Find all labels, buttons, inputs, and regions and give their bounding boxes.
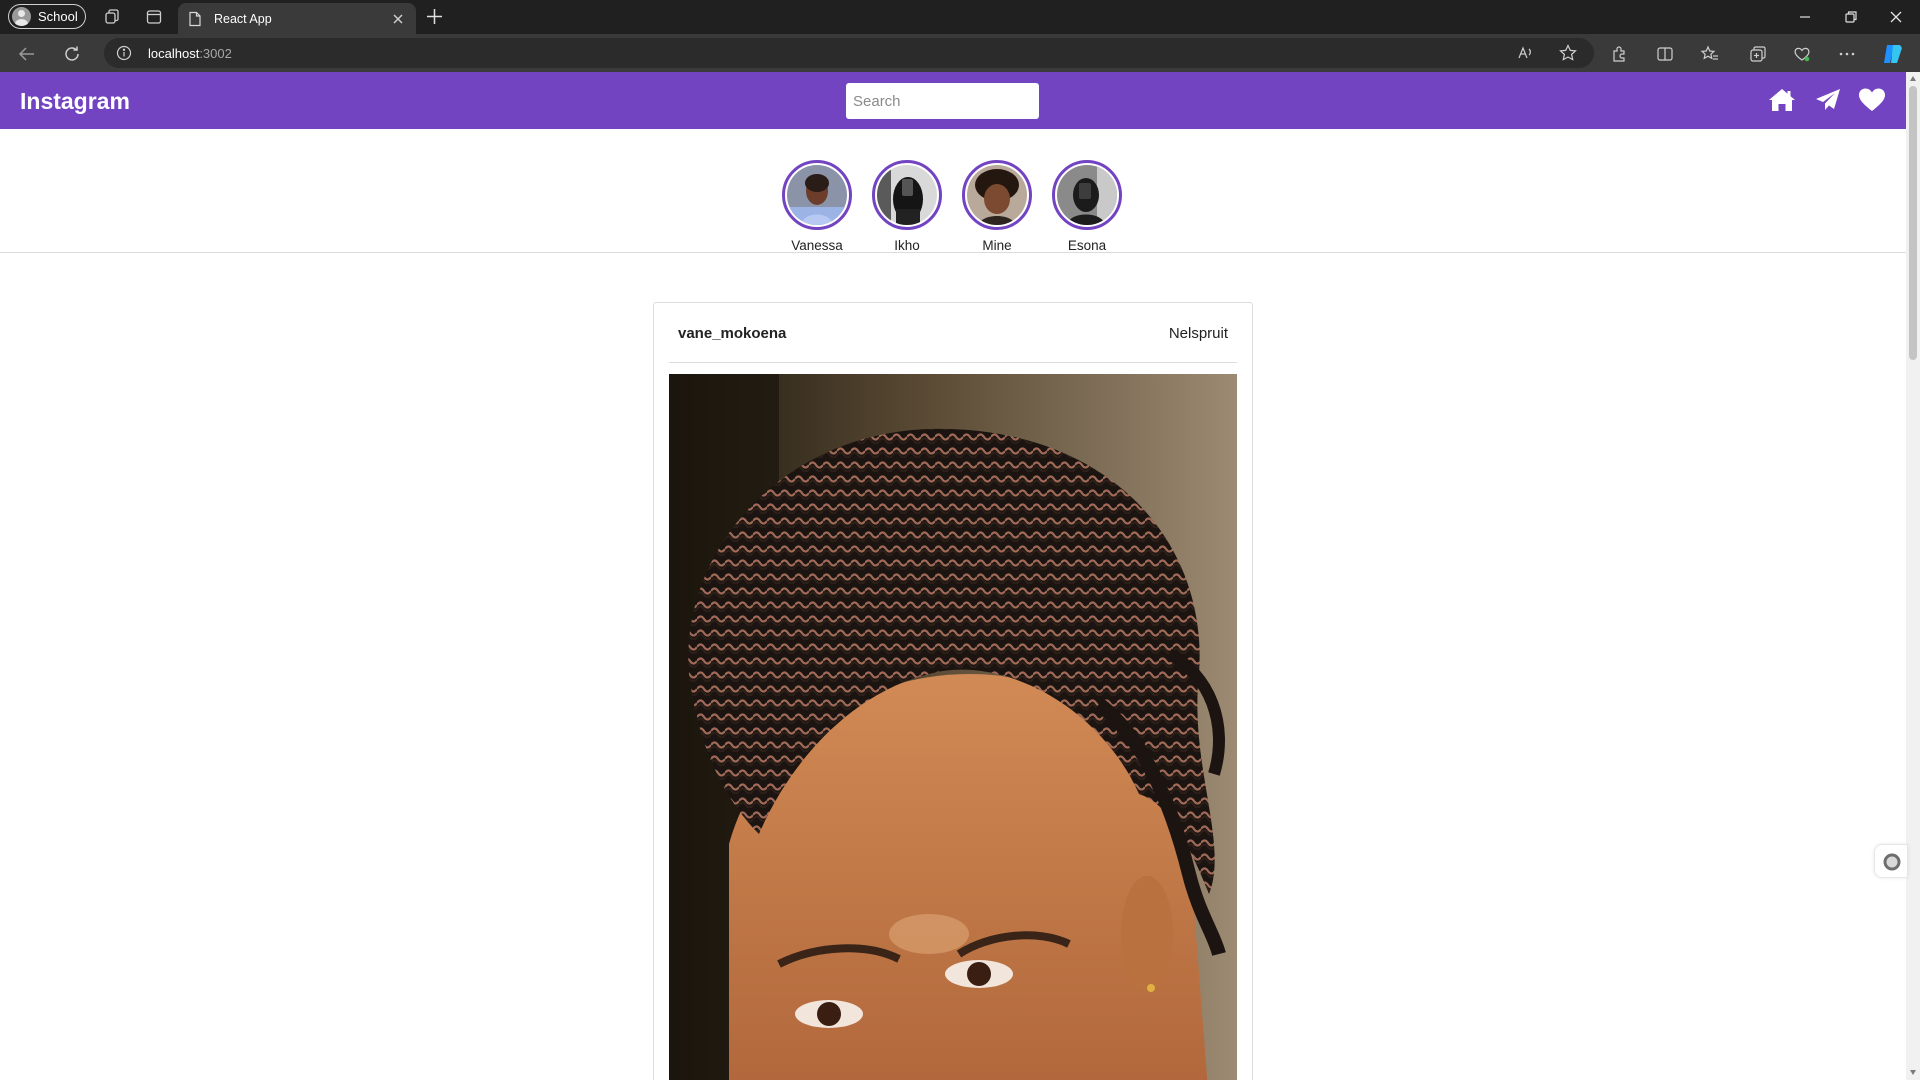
brand-logo[interactable]: Instagram [20, 88, 130, 115]
story-avatar [1057, 165, 1117, 225]
browser-tab-strip: School React App [0, 0, 1920, 34]
scroll-thumb[interactable] [1909, 86, 1917, 360]
refresh-icon[interactable] [62, 44, 82, 64]
story-mine[interactable]: Mine [952, 160, 1042, 253]
back-icon[interactable] [17, 44, 37, 64]
post-card: vane_mokoena Nelspruit [653, 302, 1253, 1080]
url-text[interactable]: localhost:3002 [148, 46, 232, 61]
split-screen-icon[interactable] [1655, 44, 1675, 64]
profile-name: School [38, 9, 78, 24]
app-navbar: Instagram [0, 72, 1906, 129]
story-name: Esona [1067, 238, 1107, 253]
story-ikho[interactable]: Ikho [862, 160, 952, 253]
story-esona[interactable]: Esona [1042, 160, 1132, 253]
story-ring [1052, 160, 1122, 230]
story-ring [962, 160, 1032, 230]
restore-icon[interactable] [1841, 7, 1861, 27]
site-info-icon[interactable] [116, 45, 132, 61]
story-avatar [877, 165, 937, 225]
sidebar-toggle-button[interactable] [1874, 844, 1908, 878]
story-vanessa[interactable]: Vanessa [772, 160, 862, 253]
address-bar[interactable]: localhost:3002 [104, 38, 1594, 68]
browser-essentials-icon[interactable] [1792, 44, 1812, 64]
new-tab-icon[interactable] [425, 7, 444, 26]
search-input[interactable] [846, 83, 1039, 119]
workspaces-icon[interactable] [103, 8, 121, 26]
browser-toolbar: localhost:3002 [0, 34, 1920, 72]
story-ring [872, 160, 942, 230]
story-avatar [967, 165, 1027, 225]
scroll-up-icon[interactable] [1909, 75, 1917, 83]
profile-avatar [12, 7, 31, 26]
page-icon [189, 11, 201, 26]
paper-plane-icon[interactable] [1814, 87, 1842, 113]
scroll-down-icon[interactable] [1909, 1068, 1917, 1076]
extensions-icon[interactable] [1610, 44, 1630, 64]
tab-actions-icon[interactable] [145, 8, 163, 26]
minimize-icon[interactable] [1795, 7, 1815, 27]
url-port: :3002 [199, 46, 232, 61]
story-avatar [787, 165, 847, 225]
tab-title: React App [214, 11, 272, 26]
read-aloud-icon[interactable] [1516, 43, 1536, 63]
story-name: Vanessa [791, 238, 843, 253]
close-window-icon[interactable] [1886, 7, 1906, 27]
post-header: vane_mokoena Nelspruit [669, 303, 1237, 363]
page-scrollbar[interactable] [1906, 72, 1920, 1080]
post-location: Nelspruit [1168, 325, 1228, 342]
profile-button[interactable]: School [8, 4, 86, 29]
heart-icon[interactable] [1858, 87, 1886, 113]
url-host: localhost [148, 46, 200, 61]
post-username[interactable]: vane_mokoena [678, 325, 786, 342]
story-name: Ikho [894, 238, 920, 253]
favorite-star-icon[interactable] [1558, 43, 1578, 63]
more-options-icon[interactable] [1837, 44, 1857, 64]
home-icon[interactable] [1768, 87, 1796, 113]
collections-icon[interactable] [1748, 44, 1768, 64]
stories-bar: Vanessa Ikho Mine Esona [0, 129, 1906, 253]
copilot-icon[interactable] [1881, 42, 1905, 66]
tab-react-app[interactable]: React App [178, 3, 416, 34]
story-ring [782, 160, 852, 230]
page-viewport: Instagram Vanessa [0, 72, 1906, 1080]
post-photo[interactable] [669, 374, 1237, 1080]
close-tab-icon[interactable] [390, 11, 406, 27]
favorites-icon[interactable] [1700, 44, 1720, 64]
story-name: Mine [982, 238, 1012, 253]
record-icon [1883, 853, 1901, 871]
